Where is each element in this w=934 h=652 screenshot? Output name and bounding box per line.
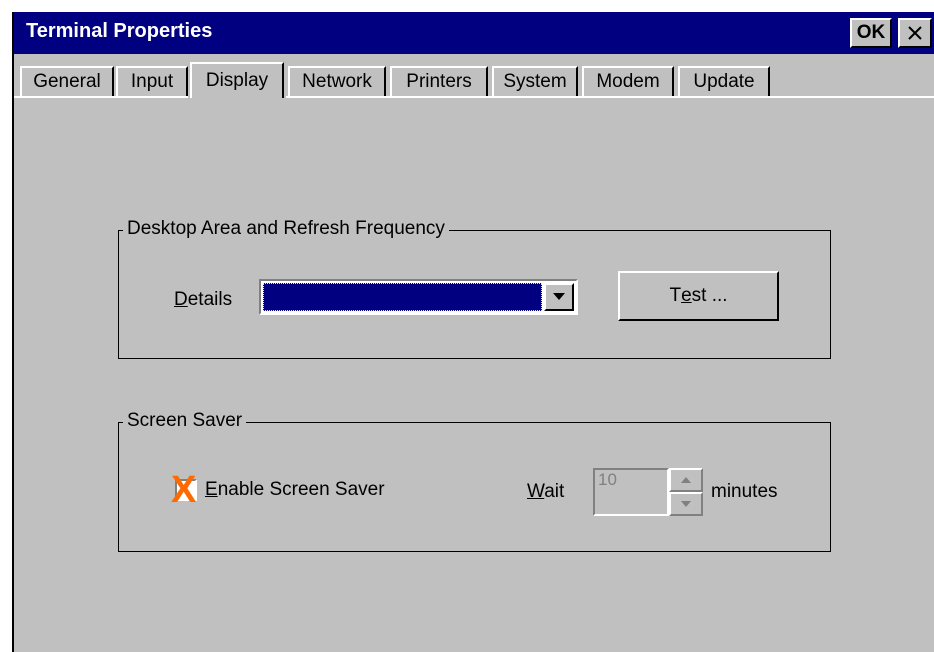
tab-printers[interactable]: Printers: [390, 66, 488, 96]
tab-general[interactable]: General: [20, 66, 114, 96]
tab-baseline-right: [286, 96, 934, 98]
properties-window: Terminal Properties OK General Input Dis…: [12, 12, 934, 652]
window-title: Terminal Properties: [26, 20, 213, 42]
screen-saver-group-label: Screen Saver: [123, 410, 247, 432]
details-dropdown[interactable]: [259, 279, 578, 315]
close-icon: [908, 26, 922, 40]
title-bar: Terminal Properties OK: [14, 12, 934, 54]
annotation-x-mark: X: [171, 469, 197, 511]
tab-modem[interactable]: Modem: [582, 66, 674, 96]
screen-saver-group: Screen Saver X Enable Screen Saver Wait …: [118, 410, 831, 552]
chevron-down-icon: [553, 293, 565, 300]
tab-input[interactable]: Input: [116, 66, 188, 96]
wait-label: Wait: [527, 481, 565, 502]
tab-baseline-left: [14, 96, 188, 98]
enable-screen-saver-label[interactable]: Enable Screen Saver: [205, 479, 385, 501]
spin-up-icon: [681, 477, 691, 483]
desktop-area-group: Desktop Area and Refresh Frequency Detai…: [118, 218, 831, 359]
tab-strip: General Input Display Network Printers S…: [14, 62, 934, 102]
ok-button[interactable]: OK: [850, 18, 892, 48]
desktop-area-group-label: Desktop Area and Refresh Frequency: [123, 218, 449, 240]
tab-network[interactable]: Network: [288, 66, 386, 96]
details-label: Details: [174, 289, 233, 310]
close-button[interactable]: [898, 18, 932, 48]
wait-spin-down-button[interactable]: [669, 492, 703, 516]
minutes-label: minutes: [711, 481, 778, 502]
test-button[interactable]: Te st ...: [618, 271, 779, 321]
details-dropdown-button[interactable]: [544, 283, 574, 311]
tab-update[interactable]: Update: [678, 66, 770, 96]
details-selected-value: [263, 283, 542, 311]
spin-down-icon: [681, 501, 691, 507]
tab-system[interactable]: System: [492, 66, 578, 96]
wait-spin-up-button[interactable]: [669, 468, 703, 492]
tab-display[interactable]: Display: [190, 62, 284, 98]
wait-minutes-input[interactable]: 10: [593, 468, 669, 516]
